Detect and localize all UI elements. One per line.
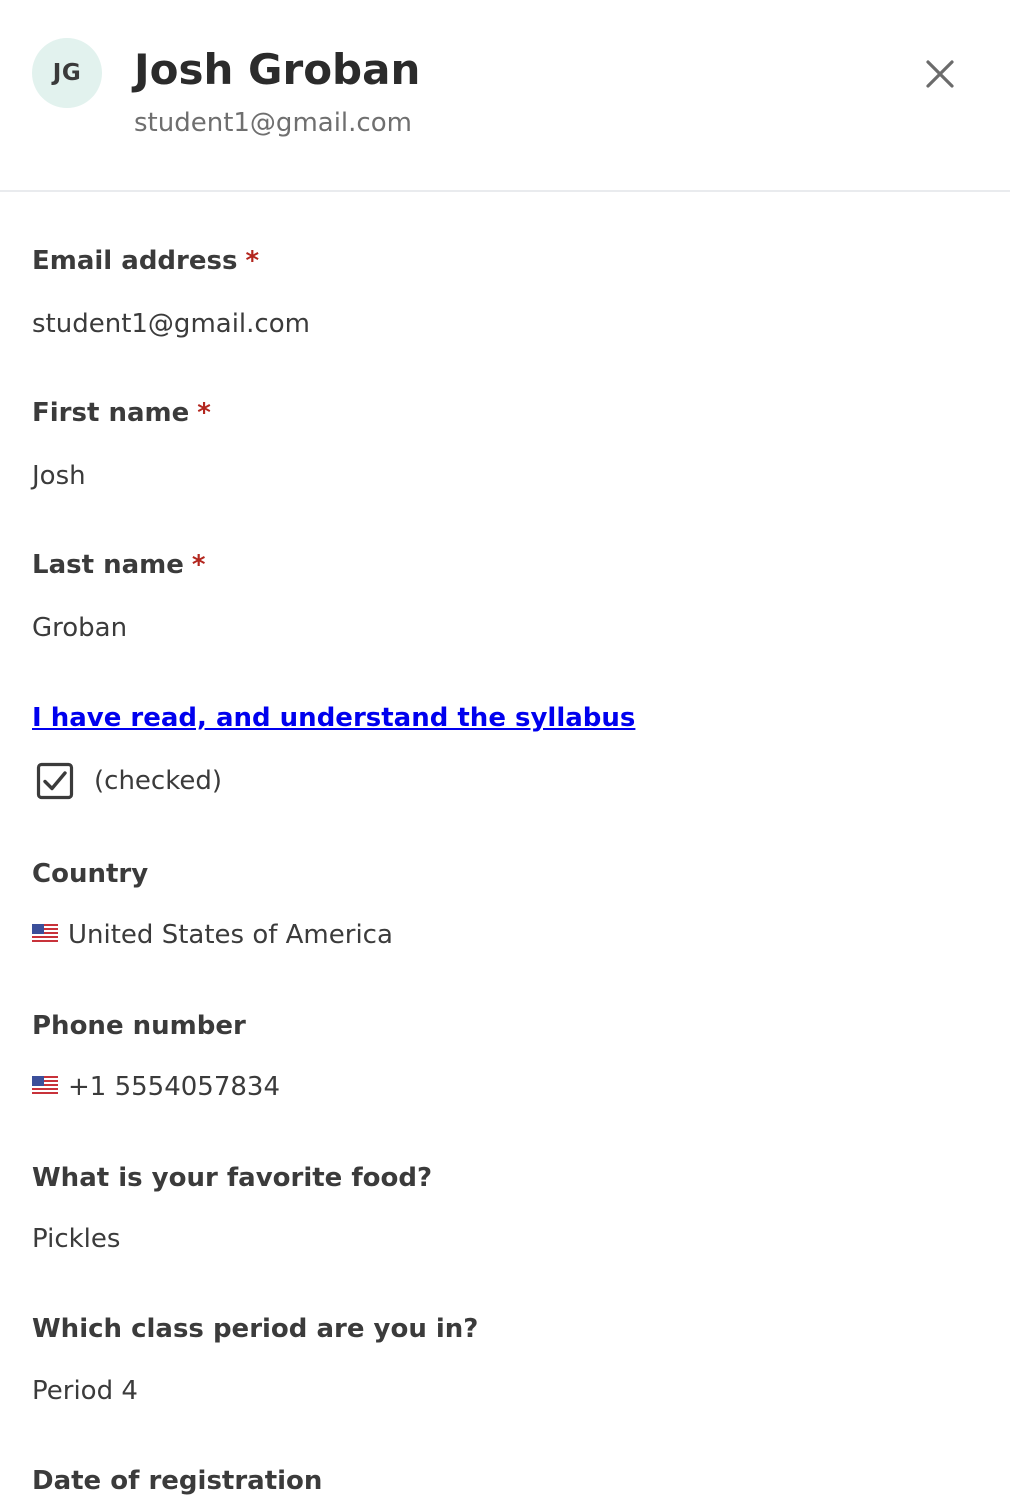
- first-name-value: Josh: [32, 461, 86, 491]
- first-name-label: First name *: [32, 398, 211, 428]
- syllabus-link[interactable]: I have read, and understand the syllabus: [32, 701, 635, 735]
- last-name-field: Last name *: [32, 548, 205, 582]
- favorite-food-label: What is your favorite food?: [32, 1163, 433, 1193]
- phone-value: +1 5554057834: [32, 1070, 280, 1104]
- phone-label: Phone number: [32, 1011, 246, 1041]
- required-asterisk: *: [197, 398, 211, 428]
- user-email: student1@gmail.com: [134, 108, 412, 138]
- required-asterisk: *: [191, 550, 206, 580]
- user-name: Josh Groban: [134, 45, 421, 94]
- profile-header: JG Josh Groban student1@gmail.com: [0, 0, 1010, 192]
- avatar: JG: [32, 38, 102, 108]
- us-flag-icon: [32, 923, 58, 942]
- email-value: student1@gmail.com: [32, 309, 310, 339]
- required-asterisk: *: [245, 246, 260, 276]
- close-icon: [926, 60, 954, 88]
- checkbox-status-text: (checked): [94, 766, 222, 796]
- us-flag-icon: [32, 1075, 58, 1094]
- checkbox-checked-icon[interactable]: [36, 762, 74, 800]
- email-field: Email address *: [32, 244, 259, 278]
- last-name-value: Groban: [32, 613, 128, 643]
- class-period-label: Which class period are you in?: [32, 1314, 479, 1344]
- registration-date-label: Date of registration: [32, 1466, 323, 1496]
- class-period-value: Period 4: [32, 1376, 138, 1406]
- email-label: Email address *: [32, 246, 260, 276]
- favorite-food-value: Pickles: [32, 1224, 121, 1254]
- first-name-field: First name *: [32, 396, 211, 430]
- syllabus-checkbox-row: (checked): [32, 762, 222, 800]
- close-button[interactable]: [916, 50, 964, 98]
- country-label: Country: [32, 859, 149, 889]
- country-value: United States of America: [32, 918, 393, 952]
- last-name-label: Last name *: [32, 550, 206, 580]
